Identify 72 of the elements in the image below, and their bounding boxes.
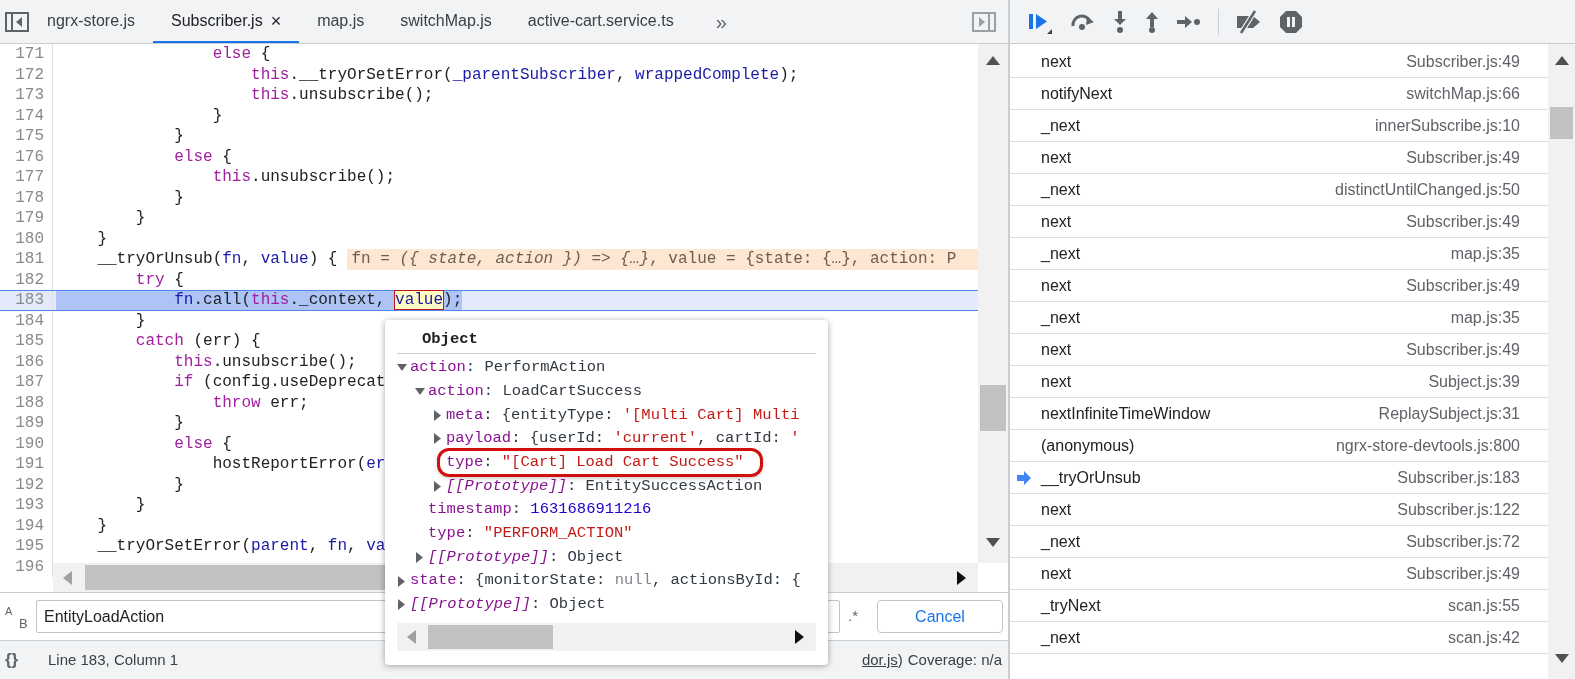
code-line: } xyxy=(134,208,146,229)
line-number: 180 xyxy=(0,228,53,249)
line-number: 195 xyxy=(0,536,53,557)
function-name: _next xyxy=(1041,531,1081,552)
function-name: __tryOrUnsub xyxy=(1041,467,1141,488)
line-number: 177 xyxy=(0,167,53,188)
code-line: } xyxy=(134,495,146,516)
code-line: } xyxy=(211,105,223,126)
line-number: 184 xyxy=(0,310,53,331)
code-line: try { xyxy=(134,269,184,290)
line-number: 171 xyxy=(0,44,53,65)
code-line: } xyxy=(173,187,184,208)
function-name: next xyxy=(1041,51,1072,72)
code-line: this.unsubscribe(); xyxy=(250,85,434,106)
line-number: 189 xyxy=(0,413,53,434)
line-number: 186 xyxy=(0,351,53,372)
source-link-suffix: ) xyxy=(897,649,903,670)
function-name: next xyxy=(1041,563,1072,584)
function-name: next xyxy=(1041,147,1072,168)
code-line: else { xyxy=(211,44,271,65)
code-line: } xyxy=(96,515,107,536)
line-number: 173 xyxy=(0,85,53,106)
line-number: 174 xyxy=(0,105,53,126)
code-line: throw err; xyxy=(211,392,309,413)
code-line: } xyxy=(173,413,184,434)
code-line: } xyxy=(134,310,146,331)
coverage-label: Coverage: n/a xyxy=(907,649,1002,670)
line-number: 192 xyxy=(0,474,53,495)
function-name: _next xyxy=(1041,627,1081,648)
code-line: } xyxy=(173,474,184,495)
function-name: _next xyxy=(1041,243,1081,264)
popover-title: Object xyxy=(397,328,816,354)
line-number: 172 xyxy=(0,64,53,85)
line-number: 179 xyxy=(0,208,53,229)
code-line: } xyxy=(96,228,107,249)
code-line: __tryOrSetError(parent, fn, va xyxy=(96,536,386,557)
line-number: 183 xyxy=(0,291,53,310)
line-number: 178 xyxy=(0,187,53,208)
line-number: 187 xyxy=(0,372,53,393)
function-name: _tryNext xyxy=(1041,595,1101,616)
code-line: __tryOrUnsub(fn, value) { xyxy=(96,249,338,270)
function-name: _next xyxy=(1041,115,1081,136)
function-name: _next xyxy=(1041,307,1081,328)
code-line: this.unsubscribe(); xyxy=(211,167,396,188)
code-line: else { xyxy=(173,146,232,167)
line-number: 176 xyxy=(0,146,53,167)
function-name: next xyxy=(1041,339,1072,360)
code-line: else { xyxy=(173,433,232,454)
line-number: 193 xyxy=(0,495,53,516)
line-number: 191 xyxy=(0,454,53,475)
function-name: nextInfiniteTimeWindow xyxy=(1041,403,1211,424)
line-number: 181 xyxy=(0,249,53,270)
code-line: catch (err) { xyxy=(134,331,261,352)
code-line: this.unsubscribe(); xyxy=(173,351,357,372)
function-name: next xyxy=(1041,275,1072,296)
line-number: 188 xyxy=(0,392,53,413)
function-name: next xyxy=(1041,499,1072,520)
line-number: 185 xyxy=(0,331,53,352)
code-line: if (config.useDeprecat xyxy=(173,372,386,393)
code-line: hostReportError(er xyxy=(211,454,386,475)
inline-value-annotation: fn = ({ state, action }) => {…}, value = {state: {…}, action: P xyxy=(347,249,978,270)
function-name: next xyxy=(1041,371,1072,392)
line-number: 190 xyxy=(0,433,53,454)
function-name: (anonymous) xyxy=(1041,435,1135,456)
code-line: this.__tryOrSetError(_parentSubscriber, wrappedComplete); xyxy=(250,64,799,85)
function-name: next xyxy=(1041,211,1072,232)
code-line: } xyxy=(173,126,184,147)
line-number: 194 xyxy=(0,515,53,536)
cursor-position: Line 183, Column 1 xyxy=(48,649,179,670)
function-name: notifyNext xyxy=(1041,83,1113,104)
function-name: _next xyxy=(1041,179,1081,200)
line-number: 175 xyxy=(0,126,53,147)
